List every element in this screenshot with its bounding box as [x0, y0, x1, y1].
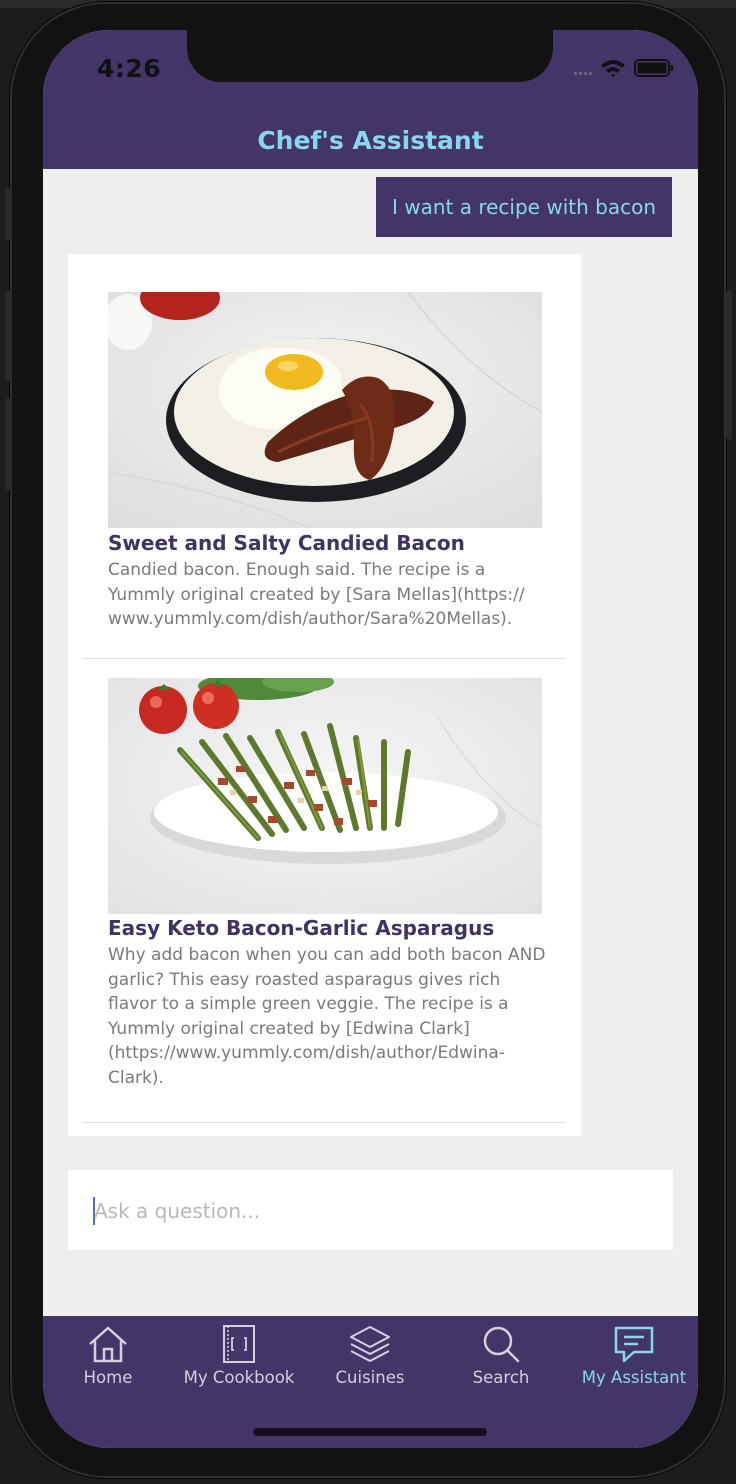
notch: [187, 30, 553, 82]
home-indicator[interactable]: [253, 1428, 487, 1436]
tab-label: Home: [83, 1368, 133, 1387]
header-title: Chef's Assistant: [257, 126, 484, 155]
tab-my-assistant[interactable]: My Assistant: [577, 1324, 691, 1394]
status-time: 4:26: [97, 54, 162, 83]
power-button: [726, 290, 732, 440]
recipe-description: Why add bacon when you can add both baco…: [108, 945, 546, 1088]
recipe-title[interactable]: Easy Keto Bacon-Garlic Asparagus: [108, 916, 548, 940]
recipe-image[interactable]: [108, 292, 542, 528]
bottom-tab-bar: Home My Cookbook Cuisines Search My Assi…: [43, 1316, 698, 1448]
tab-label: My Cookbook: [183, 1368, 295, 1387]
recipe-image[interactable]: [108, 678, 542, 914]
user-message-bubble: I want a recipe with bacon: [375, 177, 672, 237]
tab-home[interactable]: Home: [75, 1324, 141, 1394]
signal-icon: [574, 61, 592, 75]
tab-my-cookbook[interactable]: My Cookbook: [179, 1324, 299, 1394]
tab-cuisines[interactable]: Cuisines: [329, 1324, 411, 1394]
recipe-description: Candied bacon. Enough said. The recipe i…: [108, 560, 525, 629]
app-header: Chef's Assistant: [43, 112, 698, 169]
silent-switch: [5, 188, 11, 240]
status-icons: [574, 58, 674, 78]
wifi-icon: [601, 60, 625, 78]
recipe-card[interactable]: Sweet and Salty Candied Bacon Candied ba…: [83, 254, 566, 659]
ask-question-input[interactable]: [92, 1170, 666, 1252]
ask-question-bar[interactable]: [68, 1170, 673, 1252]
battery-icon: [634, 59, 673, 77]
home-icon: [89, 1326, 127, 1363]
recipe-card[interactable]: Easy Keto Bacon-Garlic Asparagus Why add…: [83, 659, 566, 1123]
tab-label: Search: [472, 1368, 530, 1387]
search-icon: [483, 1326, 520, 1363]
volume-up-button: [5, 290, 11, 382]
chat-icon: [614, 1326, 654, 1363]
cookbook-icon: [223, 1325, 255, 1363]
tab-label: My Assistant: [581, 1368, 687, 1387]
layers-icon: [350, 1326, 390, 1362]
tab-label: Cuisines: [335, 1368, 405, 1387]
tab-search[interactable]: Search: [467, 1324, 535, 1394]
volume-down-button: [5, 398, 11, 490]
assistant-response-card: Sweet and Salty Candied Bacon Candied ba…: [68, 254, 581, 1136]
phone-screen: 4:26 Chef's Assistant I want a recipe wi…: [43, 30, 698, 1448]
recipe-title[interactable]: Sweet and Salty Candied Bacon: [108, 531, 548, 555]
